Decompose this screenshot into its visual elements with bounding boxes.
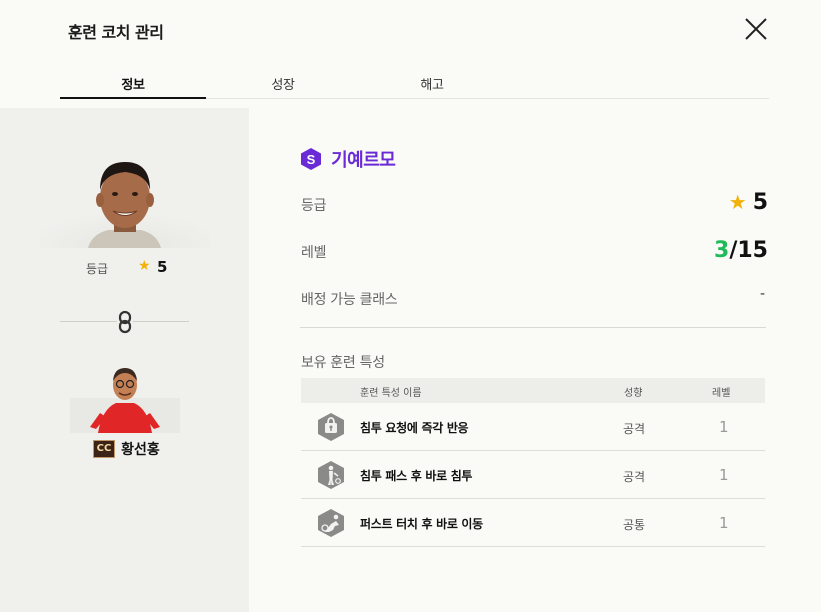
tab-dismiss[interactable]: 해고 [359, 74, 505, 99]
window-title: 훈련 코치 관리 [68, 23, 164, 42]
header-type: 성향 [624, 388, 643, 399]
coach-summary-panel: 등급 ★ 5 CC 황선홍 [0, 108, 249, 612]
coach-portrait-image [70, 368, 180, 433]
table-row[interactable]: 침투 패스 후 바로 침투 공격 1 [301, 451, 765, 499]
program-name: 기예르모 [331, 150, 396, 171]
grade-label: 등급 [86, 262, 109, 276]
tab-info[interactable]: 정보 [60, 74, 206, 99]
coach-name: 황선홍 [121, 441, 160, 458]
header-level: 레벨 [712, 388, 731, 399]
tab-growth[interactable]: 성장 [210, 74, 356, 99]
info-grade-value: ★ 5 [728, 190, 768, 215]
table-row[interactable]: 침투 요청에 즉각 반응 공격 1 [301, 403, 765, 451]
table-row[interactable]: 퍼스트 터치 후 바로 이동 공통 1 [301, 499, 765, 547]
trait-type: 공격 [623, 422, 646, 436]
header-name: 훈련 특성 이름 [360, 388, 422, 399]
s-badge-icon: S [301, 148, 321, 170]
trait-type: 공격 [623, 470, 646, 484]
trait-name: 퍼스트 터치 후 바로 이동 [360, 517, 483, 531]
chain-link-icon [117, 310, 133, 334]
grade-value: 5 [157, 258, 168, 276]
coach-grade-badge: CC [93, 439, 115, 458]
tab-bar: 정보 성장 해고 [60, 74, 769, 99]
coach-name-row: CC 황선홍 [93, 438, 160, 458]
traits-table-header: 훈련 특성 이름 성향 레벨 [301, 378, 765, 403]
trait-name: 침투 패스 후 바로 침투 [360, 469, 473, 483]
info-level-value: 3/15 [714, 238, 768, 263]
player-portrait-image [40, 162, 210, 248]
trait-level: 1 [719, 514, 729, 532]
info-class-label: 배정 가능 클래스 [301, 292, 398, 308]
trait-level: 1 [719, 418, 729, 436]
trait-type: 공통 [623, 518, 646, 532]
level-current: 3 [714, 238, 730, 263]
info-class-value: - [759, 286, 765, 302]
coach-management-window: 훈련 코치 관리 정보 성장 해고 등급 ★ 5 CC 황선홍 S 기예르모 등… [0, 0, 821, 612]
program-header: S 기예르모 [300, 146, 396, 171]
trait-level: 1 [719, 466, 729, 484]
coach-detail-panel: S 기예르모 등급 ★ 5 레벨 3/15 배정 가능 클래스 - 보유 훈련 특… [249, 108, 821, 612]
coach-portrait [0, 363, 249, 433]
coach-grade-row: 등급 ★ 5 [0, 258, 249, 278]
run-pass-icon [318, 461, 344, 489]
trait-name: 침투 요청에 즉각 반응 [360, 421, 469, 435]
svg-text:S: S [307, 152, 316, 167]
star-icon: ★ [728, 190, 747, 214]
traits-table: 훈련 특성 이름 성향 레벨 침투 요청에 즉각 반응 공격 1 침투 패스 후… [301, 378, 765, 547]
first-touch-icon [318, 509, 344, 537]
level-max: /15 [729, 238, 768, 263]
close-button[interactable] [740, 13, 772, 45]
info-grade-label: 등급 [301, 198, 327, 214]
run-alert-icon [318, 413, 344, 441]
traits-section-title: 보유 훈련 특성 [301, 355, 385, 371]
program-portrait [0, 148, 249, 248]
star-icon: ★ [138, 258, 151, 274]
info-level-label: 레벨 [301, 245, 327, 261]
close-icon [745, 18, 767, 40]
section-divider [300, 327, 766, 328]
